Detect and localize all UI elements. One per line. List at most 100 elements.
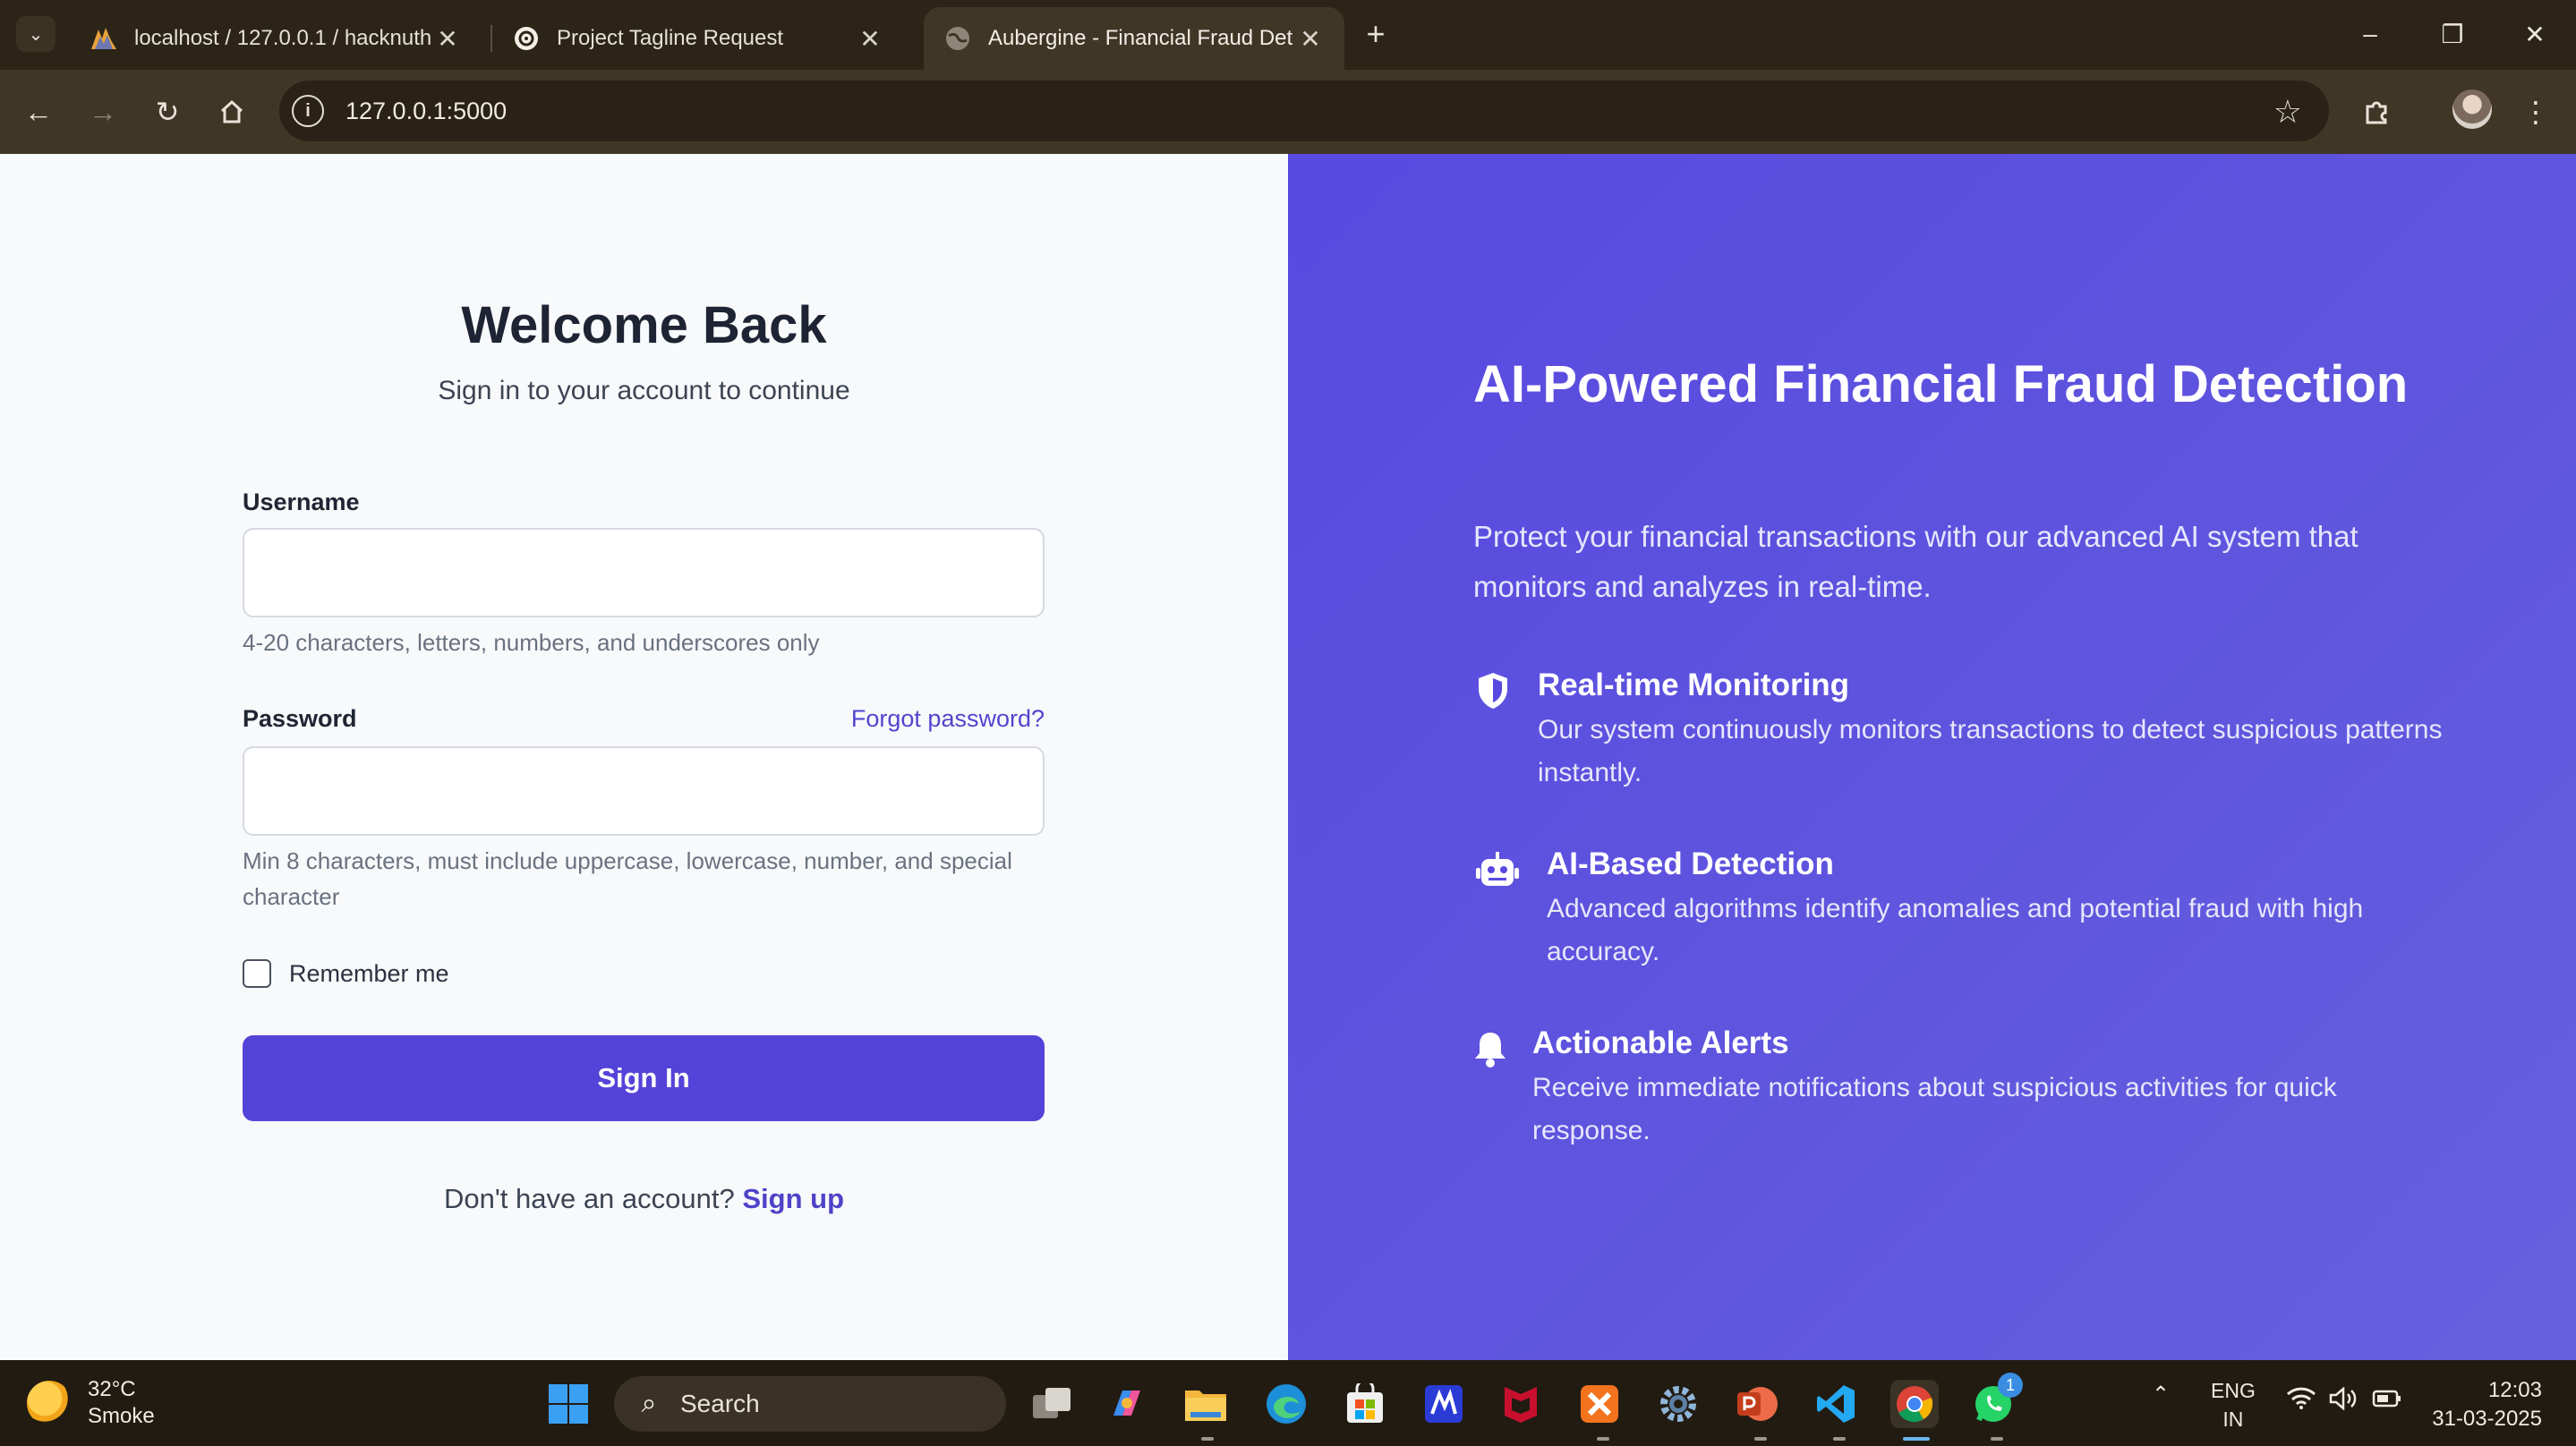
volume-control[interactable] [2329,1386,2359,1416]
tab-project-tagline[interactable]: Project Tagline Request ✕ [492,7,904,70]
remember-me-row[interactable]: Remember me [243,959,449,988]
reload-button[interactable]: ↻ [145,89,190,134]
signup-prompt: Don't have an account? [443,1183,735,1214]
hero-title: AI-Powered Financial Fraud Detection [1473,355,2409,413]
language-code: ENG [2211,1379,2256,1402]
username-hint: 4-20 characters, letters, numbers, and u… [243,629,820,656]
vscode-icon [1817,1385,1855,1423]
battery-status[interactable] [2372,1389,2402,1414]
profile-avatar[interactable] [2452,89,2492,129]
login-subtitle: Sign in to your account to continue [438,376,850,405]
more-vertical-icon: ⋮ [2521,96,2550,128]
input-language[interactable]: ENG IN [2211,1376,2256,1433]
minimize-button[interactable]: – [2343,13,2397,55]
browser-menu-button[interactable]: ⋮ [2513,89,2558,134]
site-info-icon[interactable]: i [292,95,324,127]
extensions-button[interactable] [2354,89,2399,134]
new-tab-button[interactable]: + [1356,14,1395,54]
arrow-left-icon: ← [24,95,53,128]
folder-icon [1185,1391,1226,1421]
weather-condition: Smoke [88,1404,155,1428]
signup-row: Don't have an account? Sign up [0,1183,1288,1215]
globe-icon [943,24,972,53]
browser-tab-bar: ⌄ localhost / 127.0.0.1 / hacknuth ✕ Pro… [0,0,2576,70]
system-clock[interactable]: 12:03 31-03-2025 [2432,1376,2542,1433]
edge-icon [1267,1384,1306,1424]
taskbar-search[interactable]: ⌕ Search [614,1376,1006,1432]
notification-badge: 1 [1998,1373,2023,1398]
math-app[interactable] [1420,1380,1468,1428]
remember-me-label[interactable]: Remember me [289,960,449,988]
weather-widget[interactable]: 32°C Smoke [27,1376,155,1430]
page-title: Welcome Back [461,296,827,354]
task-view-icon [1033,1388,1070,1418]
xampp-app[interactable] [1575,1380,1624,1428]
store-icon [1347,1383,1383,1423]
arrow-right-icon: → [89,95,117,128]
copilot-app[interactable] [1103,1380,1151,1428]
mcafee-app[interactable] [1497,1380,1545,1428]
gear-icon [1660,1386,1696,1422]
chrome-app[interactable] [1890,1380,1939,1428]
bookmark-star-icon[interactable]: ☆ [2273,93,2302,131]
clock-date: 31-03-2025 [2432,1407,2542,1431]
feature-description: Advanced algorithms identify anomalies a… [1547,894,2364,966]
address-bar[interactable]: i 127.0.0.1:5000 ☆ [279,81,2329,141]
remember-me-checkbox[interactable] [243,959,271,988]
tab-aubergine[interactable]: Aubergine - Financial Fraud Det ✕ [924,7,1344,70]
network-status[interactable] [2286,1385,2316,1416]
username-input[interactable] [243,528,1045,617]
bell-icon [1473,1029,1507,1068]
running-indicator [1833,1437,1846,1441]
weather-temperature: 32°C [88,1377,136,1401]
username-label: Username [243,489,360,515]
start-button[interactable] [544,1380,593,1428]
restore-icon: ❐ [2441,20,2464,48]
close-icon[interactable]: ✕ [856,24,884,54]
feature-real-time-monitoring: Real-time Monitoring Our system continuo… [1473,664,2449,795]
back-button[interactable]: ← [16,89,61,134]
sun-haze-icon [27,1381,72,1425]
home-button[interactable] [209,89,254,134]
forward-button[interactable]: → [81,89,125,134]
close-icon[interactable]: ✕ [433,24,462,54]
battery-icon [2372,1390,2401,1408]
vscode-app[interactable] [1812,1380,1860,1428]
sign-up-link[interactable]: Sign up [742,1183,844,1214]
phpmyadmin-icon [90,24,118,53]
password-hint: Min 8 characters, must include uppercase… [243,847,1012,910]
password-input[interactable] [243,746,1045,836]
close-icon: ✕ [2524,20,2546,48]
restore-button[interactable]: ❐ [2426,13,2479,55]
copilot-icon [1113,1391,1140,1416]
feature-title: Actionable Alerts [1532,1025,1789,1060]
windows-logo-icon [549,1384,588,1424]
hero-description: Protect your financial transactions with… [1473,520,2358,603]
tab-search-button[interactable]: ⌄ [16,16,55,52]
task-view-button[interactable] [1028,1380,1076,1428]
running-indicator [1201,1437,1214,1441]
close-icon[interactable]: ✕ [1296,24,1325,54]
settings-app[interactable] [1654,1380,1702,1428]
edge-app[interactable] [1262,1380,1310,1428]
minimize-icon: – [2363,20,2377,47]
powerpoint-icon [1737,1387,1778,1421]
feature-ai-based-detection: AI-Based Detection Advanced algorithms i… [1473,843,2449,974]
address-url[interactable]: 127.0.0.1:5000 [345,98,507,125]
tab-phpmyadmin[interactable]: localhost / 127.0.0.1 / hacknuth ✕ [70,7,482,70]
active-app-indicator [1903,1437,1930,1441]
running-indicator [1597,1437,1609,1441]
sign-in-button[interactable]: Sign In [243,1035,1045,1121]
powerpoint-app[interactable] [1733,1380,1781,1428]
running-indicator [1754,1437,1767,1441]
search-icon: ⌕ [641,1389,657,1418]
file-explorer-app[interactable] [1181,1380,1230,1428]
browser-toolbar: ← → ↻ i 127.0.0.1:5000 ☆ ⋮ [0,70,2576,154]
show-hidden-icons-button[interactable]: ⌃ [2152,1382,2170,1408]
wifi-icon [2286,1387,2316,1409]
page-content: Welcome Back Sign in to your account to … [0,154,2576,1360]
shield-icon [1473,671,1513,710]
forgot-password-link[interactable]: Forgot password? [851,705,1045,733]
microsoft-store-app[interactable] [1341,1380,1389,1428]
close-window-button[interactable]: ✕ [2508,13,2562,55]
